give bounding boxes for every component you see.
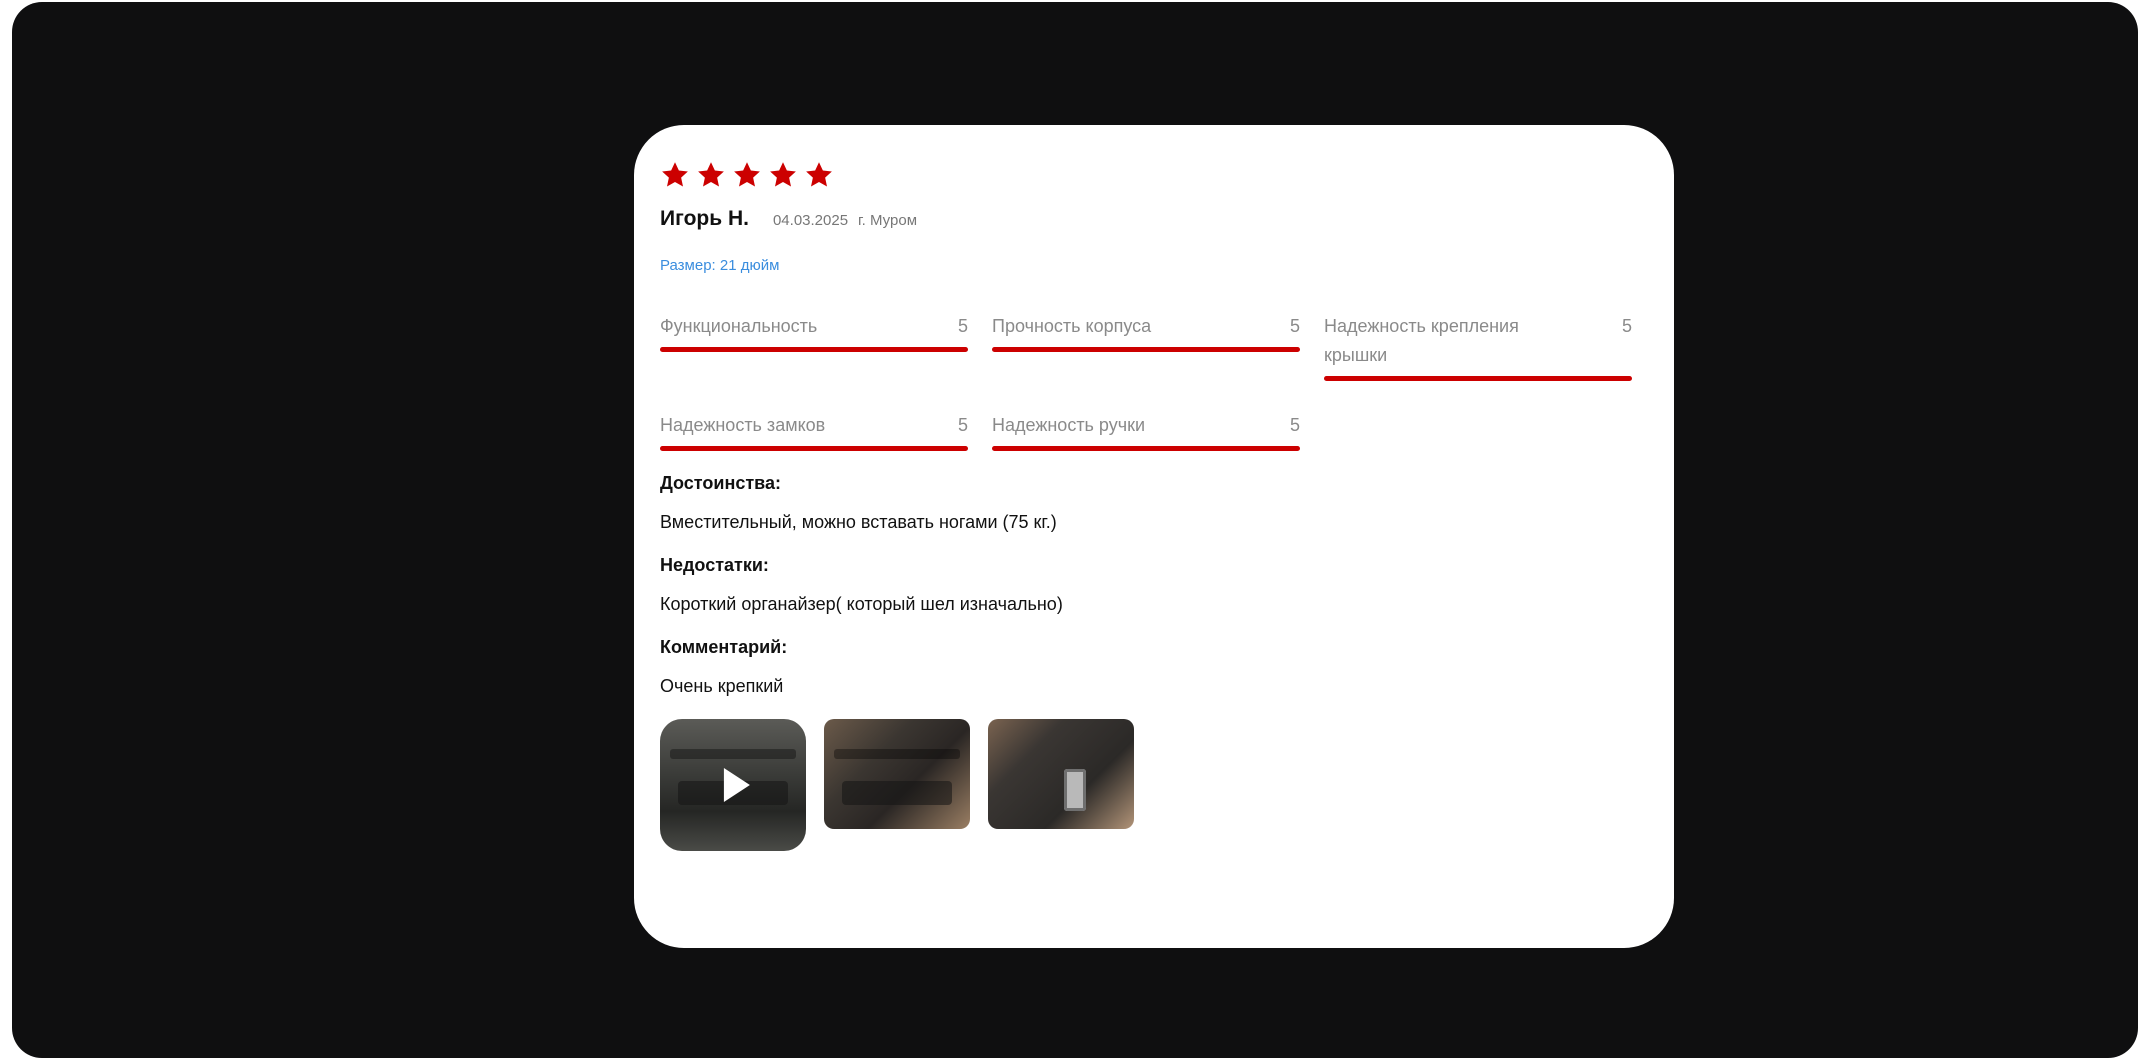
rating-value: 5	[957, 316, 968, 336]
rating-bar-fill	[660, 446, 968, 451]
rating-item: Надежность ручки 5	[992, 411, 1300, 451]
rating-bar	[992, 446, 1300, 451]
rating-value: 5	[957, 415, 968, 435]
rating-bar	[992, 347, 1300, 352]
star-icon	[696, 160, 726, 190]
rating-item: Надежность крепления крышки 5	[1324, 312, 1632, 381]
star-icon	[732, 160, 762, 190]
disadvantages-section: Недостатки: Короткий органайзер( который…	[660, 555, 1650, 615]
rating-item: Прочность корпуса 5	[992, 312, 1300, 381]
rating-label: Надежность крепления крышки	[1324, 316, 1519, 365]
disadvantages-title: Недостатки:	[660, 555, 769, 575]
review-meta: Игорь Н. 04.03.2025 г. Муром	[660, 207, 1650, 231]
comment-text: Очень крепкий	[660, 676, 784, 696]
disadvantages-text: Короткий органайзер( который шел изначал…	[660, 594, 1063, 614]
rating-bar-fill	[1324, 376, 1632, 381]
advantages-section: Достоинства: Вместительный, можно встава…	[660, 473, 1650, 533]
advantages-text: Вместительный, можно вставать ногами (75…	[660, 512, 1057, 532]
thumbnail-detail	[670, 749, 796, 759]
review-card: Игорь Н. 04.03.2025 г. Муром Размер: 21 …	[634, 125, 1674, 948]
rating-label: Функциональность	[660, 316, 818, 336]
comment-section: Комментарий: Очень крепкий	[660, 637, 1650, 697]
rating-bar-fill	[992, 347, 1300, 352]
rating-value: 5	[1289, 415, 1300, 435]
star-icon	[660, 160, 690, 190]
review-city: г. Муром	[858, 212, 918, 229]
rating-bar	[660, 446, 968, 451]
review-date: 04.03.2025	[772, 212, 849, 229]
thumbnail-detail	[1064, 769, 1086, 811]
advantages-title: Достоинства:	[660, 473, 781, 493]
rating-label: Надежность ручки	[992, 415, 1146, 435]
comment-title: Комментарий:	[660, 637, 788, 657]
rating-bar-fill	[992, 446, 1300, 451]
rating-value: 5	[1621, 316, 1632, 336]
thumbnail-detail	[842, 781, 952, 805]
author-name: Игорь Н.	[660, 207, 749, 230]
media-gallery	[660, 719, 1650, 851]
star-icon	[804, 160, 834, 190]
rating-value: 5	[1289, 316, 1300, 336]
play-icon[interactable]	[723, 768, 750, 802]
photo-thumbnail[interactable]	[824, 719, 970, 829]
rating-item: Надежность замков 5	[660, 411, 968, 451]
ratings-grid: Функциональность 5 Прочность корпуса 5 Н…	[660, 312, 1632, 451]
rating-bar	[660, 347, 968, 352]
rating-item: Функциональность 5	[660, 312, 968, 381]
page-background: Игорь Н. 04.03.2025 г. Муром Размер: 21 …	[12, 2, 2138, 1058]
photo-thumbnail[interactable]	[988, 719, 1134, 829]
rating-label: Надежность замков	[660, 415, 826, 435]
rating-bar-fill	[660, 347, 968, 352]
rating-bar	[1324, 376, 1632, 381]
rating-label: Прочность корпуса	[992, 316, 1152, 336]
product-size: Размер: 21 дюйм	[660, 257, 780, 274]
thumbnail-detail	[834, 749, 960, 759]
star-icon	[768, 160, 798, 190]
star-rating	[660, 157, 1650, 193]
video-thumbnail[interactable]	[660, 719, 806, 851]
